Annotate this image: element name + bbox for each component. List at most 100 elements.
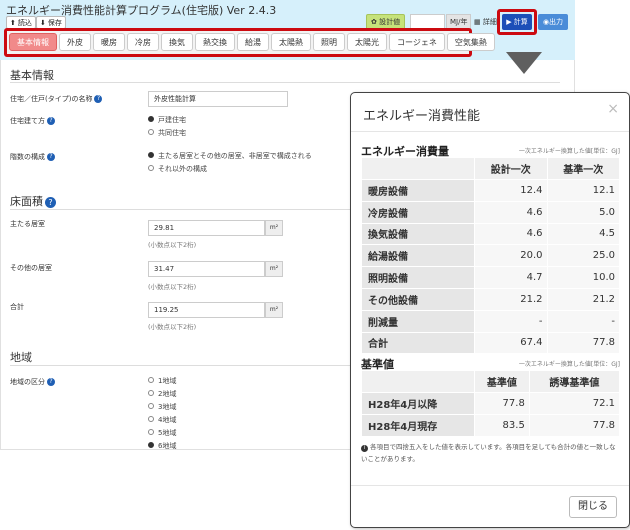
- radio-icon: [148, 129, 154, 135]
- main-room-input[interactable]: 29.81: [148, 220, 265, 236]
- divider: [351, 131, 629, 132]
- table-row: 照明設備 4.7 10.0: [361, 266, 620, 289]
- tab-envelope[interactable]: 外皮: [59, 33, 91, 51]
- standard-value: 83.5: [474, 413, 530, 437]
- help-icon[interactable]: ?: [47, 153, 55, 161]
- help-icon[interactable]: ?: [45, 196, 56, 208]
- help-icon[interactable]: ?: [94, 95, 103, 103]
- radio-region-6[interactable]: 6地域: [148, 441, 176, 451]
- row-label: 給湯設備: [361, 244, 475, 268]
- upload-icon: ⬆: [10, 19, 16, 27]
- unit-m2: m²: [265, 261, 283, 277]
- column-header: 基準値: [474, 370, 530, 393]
- radio-region-5[interactable]: 5地域: [148, 428, 176, 438]
- radio-detached[interactable]: 戸建住宅: [148, 115, 186, 125]
- row-label: H28年4月現存: [361, 413, 475, 437]
- column-header: 設計一次: [474, 157, 548, 180]
- table-corner: [361, 370, 475, 393]
- name-label: 住宅／住戸(タイプ)の名称?: [10, 94, 103, 104]
- design-value: 20.0: [474, 244, 548, 268]
- table-row: 給湯設備 20.0 25.0: [361, 244, 620, 268]
- tab-basic-info[interactable]: 基本情報: [9, 33, 57, 51]
- tab-bar: 基本情報 外皮 暖房 冷房 換気 熱交換 給湯 太陽熱 照明 太陽光 コージェネ…: [9, 33, 495, 51]
- table-row: 冷房設備 4.6 5.0: [361, 200, 620, 224]
- table-header-row: 設計一次 基準一次: [361, 157, 620, 180]
- row-label: 換気設備: [361, 222, 475, 246]
- standard-value: 4.5: [546, 222, 620, 246]
- tab-air-collector[interactable]: 空気集熱: [446, 33, 495, 51]
- standard-value: 10.0: [546, 266, 620, 289]
- tab-lighting[interactable]: 照明: [313, 33, 345, 51]
- detail-toggle[interactable]: ▦ 詳細: [474, 14, 497, 30]
- row-label: H28年4月以降: [361, 392, 475, 415]
- table-row: 合計 67.4 77.8: [361, 331, 620, 355]
- induced-standard-value: 77.8: [528, 413, 621, 437]
- decimal-hint: (小数点以下2桁): [148, 283, 197, 291]
- help-icon[interactable]: ?: [47, 117, 55, 125]
- tab-hot-water[interactable]: 給湯: [237, 33, 269, 51]
- radio-region-2[interactable]: 2地域: [148, 389, 176, 399]
- close-icon[interactable]: ×: [607, 101, 619, 117]
- section-title-basic: 基本情報: [10, 69, 54, 82]
- tab-cogeneration[interactable]: コージェネ: [389, 33, 445, 51]
- standard-value: 21.2: [546, 287, 620, 311]
- column-header: 誘導基準値: [528, 370, 621, 393]
- design-value: 12.4: [474, 179, 548, 202]
- radio-icon: [148, 403, 154, 409]
- radio-selected-icon: [148, 116, 154, 122]
- tab-cooling[interactable]: 冷房: [127, 33, 159, 51]
- column-header: 基準一次: [546, 157, 620, 180]
- info-icon: i: [361, 445, 368, 452]
- radio-floor-config-other[interactable]: それ以外の構成: [148, 164, 207, 174]
- design-value: 4.6: [474, 200, 548, 224]
- standard-unit-note: 一次エネルギー換算した値[単位：GJ]: [518, 361, 620, 368]
- floor-config-label: 階数の構成?: [10, 152, 55, 162]
- standard-value: 5.0: [546, 200, 620, 224]
- down-arrow-icon: [506, 52, 542, 74]
- building-type-label: 住宅建て方?: [10, 116, 55, 126]
- calc-button-highlight: [497, 9, 537, 35]
- radio-icon: [148, 416, 154, 422]
- row-label: その他設備: [361, 287, 475, 311]
- table-row: その他設備 21.2 21.2: [361, 287, 620, 311]
- decimal-hint: (小数点以下2桁): [148, 323, 197, 331]
- output-button[interactable]: ◉出力: [538, 14, 568, 30]
- radio-region-4[interactable]: 4地域: [148, 415, 176, 425]
- region-label: 地域の区分?: [10, 377, 55, 387]
- table-corner: [361, 157, 475, 180]
- tab-heating[interactable]: 暖房: [93, 33, 125, 51]
- standard-table: 基準値 誘導基準値 H28年4月以降 77.8 72.1 H28年4月現存 83.5 7…: [361, 370, 621, 437]
- table-row: 換気設備 4.6 4.5: [361, 222, 620, 246]
- total-input[interactable]: 119.25: [148, 302, 265, 318]
- radio-icon: [148, 165, 154, 171]
- leaf-icon: ✿: [371, 18, 377, 26]
- design-value: 67.4: [474, 331, 548, 355]
- radio-collective[interactable]: 共同住宅: [148, 128, 186, 138]
- total-label: 合計: [10, 303, 24, 311]
- tab-solar-pv[interactable]: 太陽光: [347, 33, 387, 51]
- standard-value: 25.0: [546, 244, 620, 268]
- design-value: 21.2: [474, 287, 548, 311]
- tab-heat-exchange[interactable]: 熱交換: [195, 33, 235, 51]
- other-room-input[interactable]: 31.47: [148, 261, 265, 277]
- section-title-floor-area: 床面積?: [10, 193, 56, 209]
- design-value: 4.6: [474, 222, 548, 246]
- design-value: -: [474, 309, 548, 333]
- standard-value: 12.1: [546, 179, 620, 202]
- name-input[interactable]: 外皮性能計算: [148, 91, 288, 107]
- help-icon[interactable]: ?: [47, 378, 55, 386]
- grid-icon: ▦: [474, 18, 481, 26]
- radio-icon: [148, 377, 154, 383]
- decimal-hint: (小数点以下2桁): [148, 241, 197, 249]
- radio-icon: [148, 390, 154, 396]
- close-button[interactable]: 閉じる: [569, 496, 617, 518]
- energy-performance-modal: エネルギー消費性能 × エネルギー消費量 一次エネルギー換算した値[単位：GJ]…: [350, 92, 630, 528]
- tab-solar-heat[interactable]: 太陽熱: [271, 33, 311, 51]
- unit-m2: m²: [265, 302, 283, 318]
- radio-region-1[interactable]: 1地域: [148, 376, 176, 386]
- divider: [351, 485, 629, 486]
- radio-floor-config-main[interactable]: 主たる居室とその他の居室、非居室で構成される: [148, 151, 312, 161]
- radio-region-3[interactable]: 3地域: [148, 402, 176, 412]
- tab-ventilation[interactable]: 換気: [161, 33, 193, 51]
- load-label: 読込: [17, 19, 32, 27]
